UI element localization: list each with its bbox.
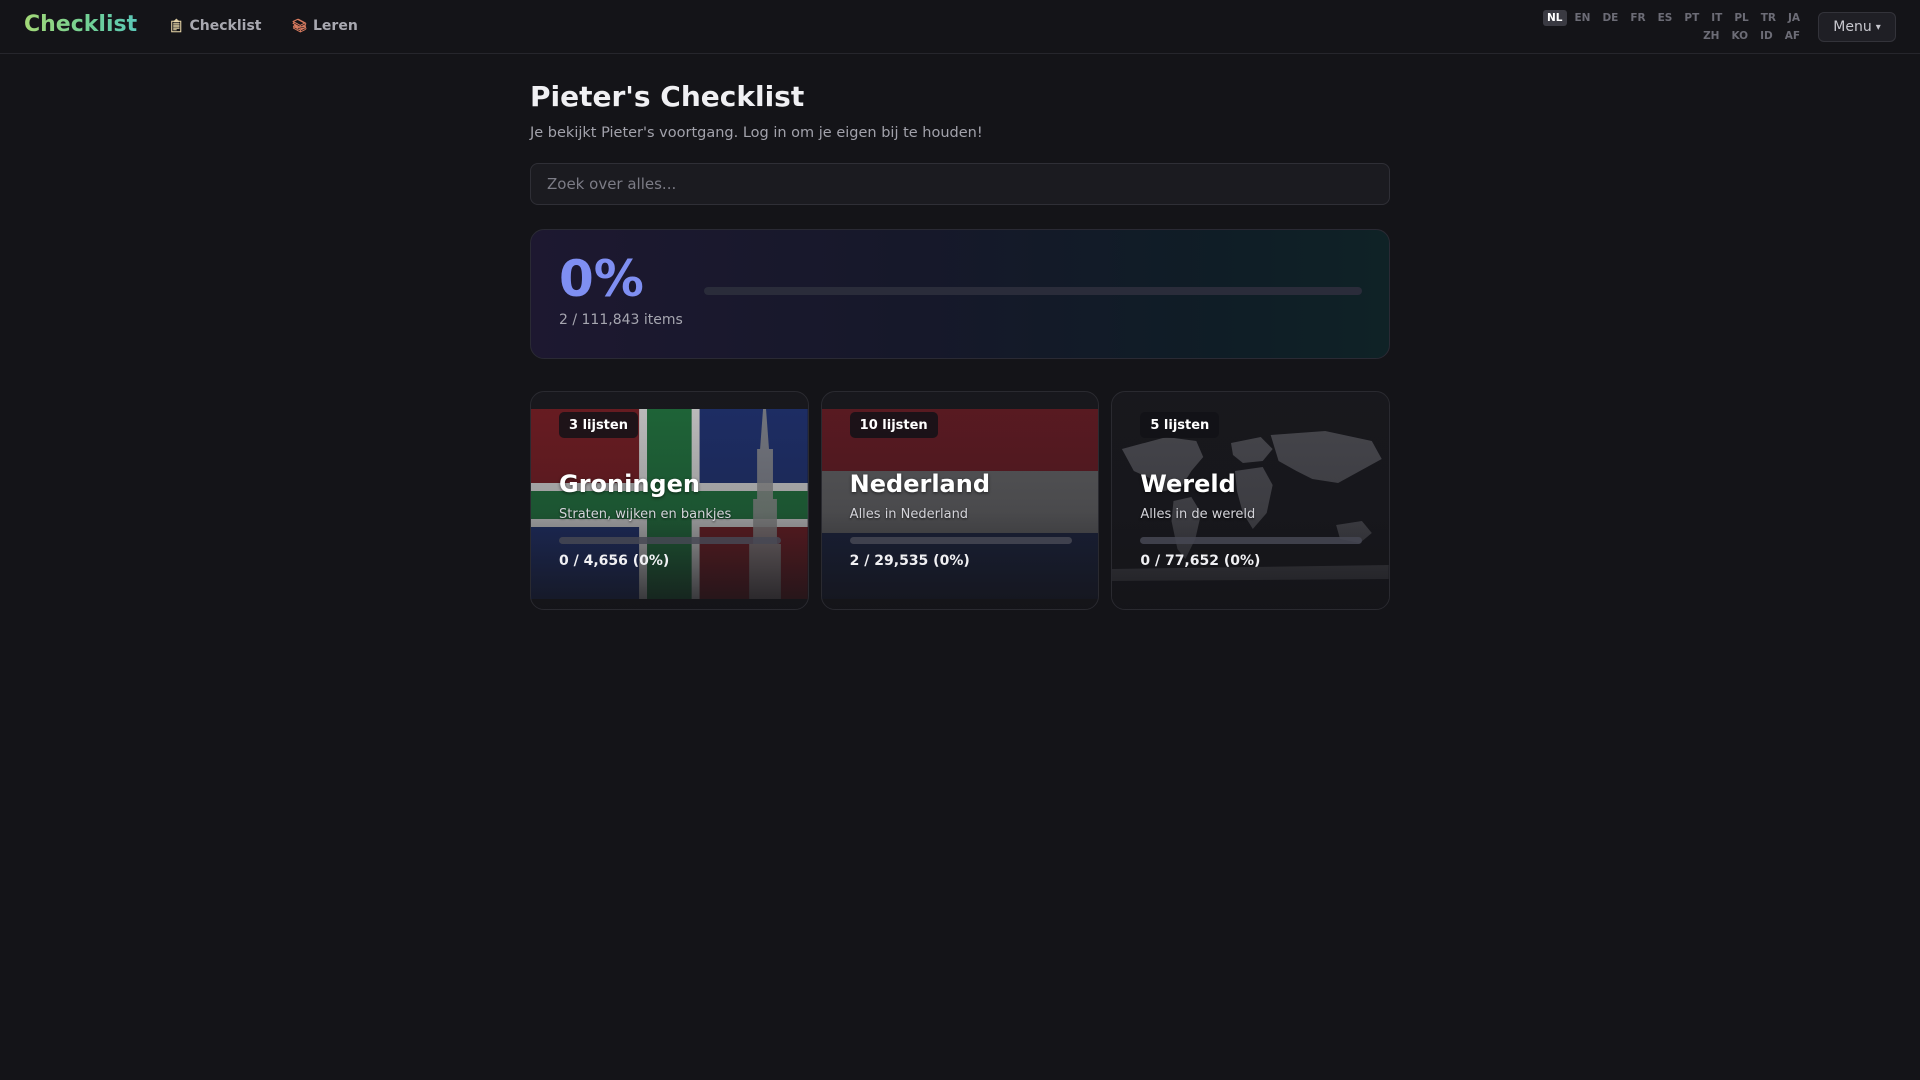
card-title: Wereld bbox=[1140, 470, 1236, 498]
card-count: 0 / 4,656 (0%) bbox=[559, 553, 670, 569]
lists-badge: 10 lijsten bbox=[849, 412, 938, 438]
lang-option[interactable]: KO bbox=[1727, 28, 1752, 44]
overall-count: 2 / 111,843 items bbox=[559, 312, 683, 328]
card-progress-bar bbox=[559, 537, 781, 544]
main-content: Pieter's Checklist Je bekijkt Pieter's v… bbox=[530, 80, 1391, 610]
nav-leren-label: Leren bbox=[313, 18, 358, 34]
lang-option[interactable]: ID bbox=[1756, 28, 1777, 44]
brand-logo[interactable]: Checklist bbox=[24, 12, 137, 37]
lists-badge: 5 lijsten bbox=[1140, 412, 1220, 438]
page-title: Pieter's Checklist bbox=[530, 80, 805, 113]
category-cards: 3 lijsten Groningen Straten, wijken en b… bbox=[530, 391, 1391, 610]
card-subtitle: Alles in de wereld bbox=[1140, 507, 1256, 522]
menu-button[interactable]: Menu ▾ bbox=[1818, 12, 1896, 42]
search-input[interactable] bbox=[530, 163, 1390, 205]
language-switcher: NL EN DE FR ES PT IT PL TR JA ZH KO ID A… bbox=[1534, 10, 1804, 44]
menu-label: Menu bbox=[1833, 19, 1872, 35]
nav-leren-link[interactable]: 📚︎ Leren bbox=[291, 18, 357, 34]
category-card-wereld[interactable]: 5 lijsten Wereld Alles in de wereld 0 / … bbox=[1111, 391, 1391, 610]
overall-percent: 0% bbox=[559, 250, 644, 308]
lang-option[interactable]: ZH bbox=[1699, 28, 1723, 44]
nav-checklist-label: Checklist bbox=[189, 18, 262, 34]
books-icon: 📚︎ bbox=[291, 18, 308, 34]
lang-option[interactable]: FR bbox=[1626, 10, 1649, 26]
card-subtitle: Alles in Nederland bbox=[849, 507, 969, 522]
lists-badge: 3 lijsten bbox=[559, 412, 638, 438]
lang-option[interactable]: DE bbox=[1598, 10, 1622, 26]
lang-option[interactable]: PT bbox=[1680, 10, 1703, 26]
lang-option[interactable]: TR bbox=[1757, 10, 1780, 26]
card-progress-bar bbox=[849, 537, 1072, 544]
nav-checklist-link[interactable]: 📋︎ Checklist bbox=[168, 18, 261, 34]
lang-option[interactable]: IT bbox=[1707, 10, 1726, 26]
lang-option[interactable]: AF bbox=[1781, 28, 1804, 44]
top-navbar: Checklist 📋︎ Checklist 📚︎ Leren NL EN DE… bbox=[0, 0, 1920, 54]
lang-option[interactable]: PL bbox=[1730, 10, 1752, 26]
card-count: 0 / 77,652 (0%) bbox=[1140, 553, 1261, 569]
card-count: 2 / 29,535 (0%) bbox=[849, 553, 970, 569]
main-nav: 📋︎ Checklist 📚︎ Leren bbox=[168, 18, 358, 34]
page-subtitle: Je bekijkt Pieter's voortgang. Log in om… bbox=[530, 125, 983, 141]
category-card-nederland[interactable]: 10 lijsten Nederland Alles in Nederland … bbox=[820, 391, 1100, 610]
card-progress-bar bbox=[1140, 537, 1363, 544]
lang-option[interactable]: JA bbox=[1784, 10, 1804, 26]
clipboard-icon: 📋︎ bbox=[168, 18, 185, 34]
card-title: Groningen bbox=[559, 470, 700, 498]
overall-progress-card: 0% 2 / 111,843 items bbox=[530, 229, 1390, 359]
card-title: Nederland bbox=[849, 470, 991, 498]
card-subtitle: Straten, wijken en bankjes bbox=[559, 507, 732, 522]
lang-option[interactable]: ES bbox=[1654, 10, 1677, 26]
category-card-groningen[interactable]: 3 lijsten Groningen Straten, wijken en b… bbox=[530, 391, 809, 610]
overall-progress-bar bbox=[704, 287, 1362, 295]
lang-option[interactable]: NL bbox=[1543, 10, 1567, 26]
lang-option[interactable]: EN bbox=[1571, 10, 1595, 26]
caret-down-icon: ▾ bbox=[1875, 21, 1881, 33]
